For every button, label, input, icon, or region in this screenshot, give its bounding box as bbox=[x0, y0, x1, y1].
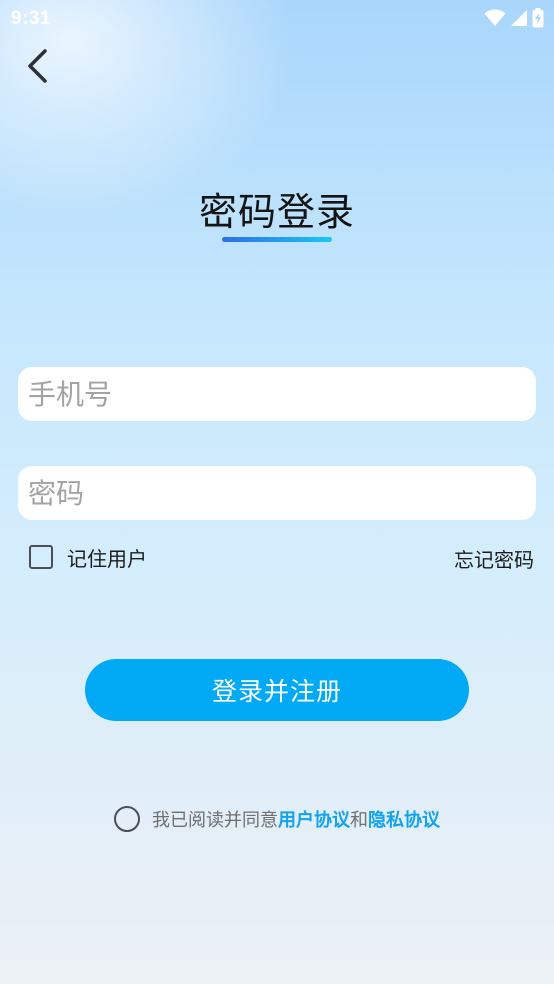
remember-user-checkbox[interactable] bbox=[29, 545, 53, 569]
signal-icon bbox=[511, 10, 527, 26]
status-time: 9:31 bbox=[11, 8, 52, 29]
remember-user-label: 记住用户 bbox=[67, 546, 147, 571]
agreement-prefix: 我已阅读并同意 bbox=[152, 810, 278, 831]
back-button[interactable] bbox=[18, 44, 58, 88]
battery-charging-icon bbox=[532, 8, 544, 28]
status-icons bbox=[480, 7, 544, 29]
status-bar: 9:31 bbox=[0, 0, 554, 36]
password-input[interactable] bbox=[26, 465, 536, 521]
user-agreement-link[interactable]: 用户协议 bbox=[278, 806, 350, 832]
wifi-icon bbox=[484, 9, 506, 26]
privacy-policy-link[interactable]: 隐私协议 bbox=[368, 806, 440, 832]
forgot-password-link[interactable]: 忘记密码 bbox=[454, 544, 534, 573]
password-field[interactable] bbox=[18, 465, 536, 521]
remember-user-toggle[interactable]: 记住用户 bbox=[29, 542, 147, 572]
agreement-row: 我已阅读并同意 用户协议 和 隐私协议 bbox=[0, 806, 554, 832]
agreement-and: 和 bbox=[350, 810, 368, 831]
login-register-button[interactable]: 登录并注册 bbox=[85, 659, 469, 721]
chevron-left-icon bbox=[28, 49, 47, 83]
phone-field[interactable] bbox=[18, 366, 536, 422]
page-title: 密码登录 bbox=[198, 190, 355, 234]
title-underline bbox=[222, 237, 332, 242]
phone-input[interactable] bbox=[26, 366, 536, 422]
agreement-radio[interactable] bbox=[114, 806, 140, 832]
